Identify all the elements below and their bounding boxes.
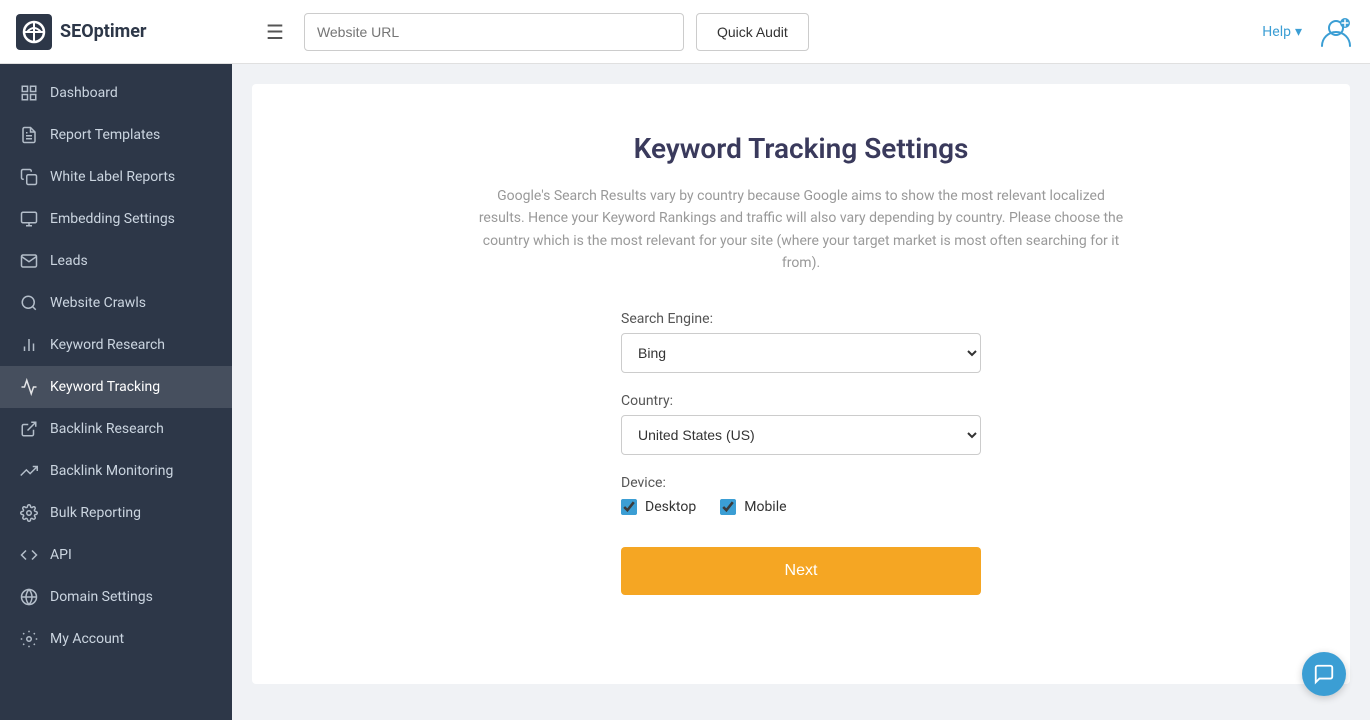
- sidebar-item-label: Bulk Reporting: [50, 505, 141, 521]
- sidebar-item-domain-settings[interactable]: Domain Settings: [0, 576, 232, 618]
- sidebar-item-label: Report Templates: [50, 127, 160, 143]
- sidebar-item-label: Keyword Research: [50, 337, 165, 353]
- sidebar: Dashboard Report Templates White Label R…: [0, 64, 232, 720]
- help-button[interactable]: Help ▾: [1262, 24, 1302, 40]
- file-text-icon: [20, 126, 38, 144]
- sidebar-item-leads[interactable]: Leads: [0, 240, 232, 282]
- mobile-label: Mobile: [744, 499, 786, 515]
- desktop-checkbox[interactable]: [621, 499, 637, 515]
- monitor-icon: [20, 210, 38, 228]
- sidebar-item-label: Embedding Settings: [50, 211, 175, 227]
- mail-icon: [20, 252, 38, 270]
- chat-bubble-button[interactable]: [1302, 652, 1346, 696]
- logo-icon: [16, 14, 52, 50]
- sidebar-item-website-crawls[interactable]: Website Crawls: [0, 282, 232, 324]
- sidebar-item-label: Keyword Tracking: [50, 379, 160, 395]
- mobile-option[interactable]: Mobile: [720, 499, 786, 515]
- sidebar-item-report-templates[interactable]: Report Templates: [0, 114, 232, 156]
- sidebar-item-api[interactable]: API: [0, 534, 232, 576]
- activity-icon: [20, 378, 38, 396]
- desktop-option[interactable]: Desktop: [621, 499, 696, 515]
- code-icon: [20, 546, 38, 564]
- sidebar-item-keyword-tracking[interactable]: Keyword Tracking: [0, 366, 232, 408]
- sidebar-item-embedding[interactable]: Embedding Settings: [0, 198, 232, 240]
- sidebar-item-backlink-monitoring[interactable]: Backlink Monitoring: [0, 450, 232, 492]
- page-title: Keyword Tracking Settings: [292, 132, 1310, 165]
- device-label: Device:: [621, 475, 981, 491]
- logo-text: SEOptimer: [60, 21, 147, 42]
- header: SEOptimer ☰ Quick Audit Help ▾: [0, 0, 1370, 64]
- main-content: Keyword Tracking Settings Google's Searc…: [232, 64, 1370, 720]
- sidebar-item-dashboard[interactable]: Dashboard: [0, 72, 232, 114]
- globe-icon: [20, 588, 38, 606]
- device-options: Desktop Mobile: [621, 499, 981, 515]
- next-button[interactable]: Next: [621, 547, 981, 595]
- bar-chart-icon: [20, 336, 38, 354]
- hamburger-button[interactable]: ☰: [258, 16, 292, 48]
- sidebar-item-keyword-research[interactable]: Keyword Research: [0, 324, 232, 366]
- sidebar-item-label: Dashboard: [50, 85, 118, 101]
- form-section: Search Engine: Google Bing Yahoo Country…: [621, 311, 981, 595]
- logo-area: SEOptimer: [16, 14, 246, 50]
- sidebar-item-my-account[interactable]: My Account: [0, 618, 232, 660]
- country-select[interactable]: United States (US) United Kingdom (GB) A…: [621, 415, 981, 455]
- sidebar-item-white-label[interactable]: White Label Reports: [0, 156, 232, 198]
- settings-icon: [20, 504, 38, 522]
- grid-icon: [20, 84, 38, 102]
- quick-audit-button[interactable]: Quick Audit: [696, 13, 809, 51]
- external-link-icon: [20, 420, 38, 438]
- search-icon: [20, 294, 38, 312]
- mobile-checkbox[interactable]: [720, 499, 736, 515]
- country-label: Country:: [621, 393, 981, 409]
- copy-icon: [20, 168, 38, 186]
- user-icon-button[interactable]: [1318, 14, 1354, 50]
- search-engine-select[interactable]: Google Bing Yahoo: [621, 333, 981, 373]
- sidebar-item-bulk-reporting[interactable]: Bulk Reporting: [0, 492, 232, 534]
- trending-up-icon: [20, 462, 38, 480]
- sidebar-item-label: Backlink Research: [50, 421, 164, 437]
- sidebar-item-label: Leads: [50, 253, 88, 269]
- device-group: Device: Desktop Mobile: [621, 475, 981, 515]
- sidebar-item-label: Backlink Monitoring: [50, 463, 173, 479]
- header-right: Help ▾: [1262, 14, 1354, 50]
- sidebar-item-label: White Label Reports: [50, 169, 175, 185]
- gear-icon: [20, 630, 38, 648]
- sidebar-item-backlink-research[interactable]: Backlink Research: [0, 408, 232, 450]
- country-group: Country: United States (US) United Kingd…: [621, 393, 981, 455]
- sidebar-item-label: Domain Settings: [50, 589, 153, 605]
- sidebar-item-label: API: [50, 547, 72, 563]
- desktop-label: Desktop: [645, 499, 696, 515]
- page-description: Google's Search Results vary by country …: [476, 185, 1126, 275]
- website-url-input[interactable]: [304, 13, 684, 51]
- sidebar-item-label: My Account: [50, 631, 124, 647]
- chat-icon: [1313, 663, 1335, 685]
- layout: Dashboard Report Templates White Label R…: [0, 64, 1370, 720]
- content-card: Keyword Tracking Settings Google's Searc…: [252, 84, 1350, 684]
- search-engine-group: Search Engine: Google Bing Yahoo: [621, 311, 981, 373]
- search-engine-label: Search Engine:: [621, 311, 981, 327]
- sidebar-item-label: Website Crawls: [50, 295, 146, 311]
